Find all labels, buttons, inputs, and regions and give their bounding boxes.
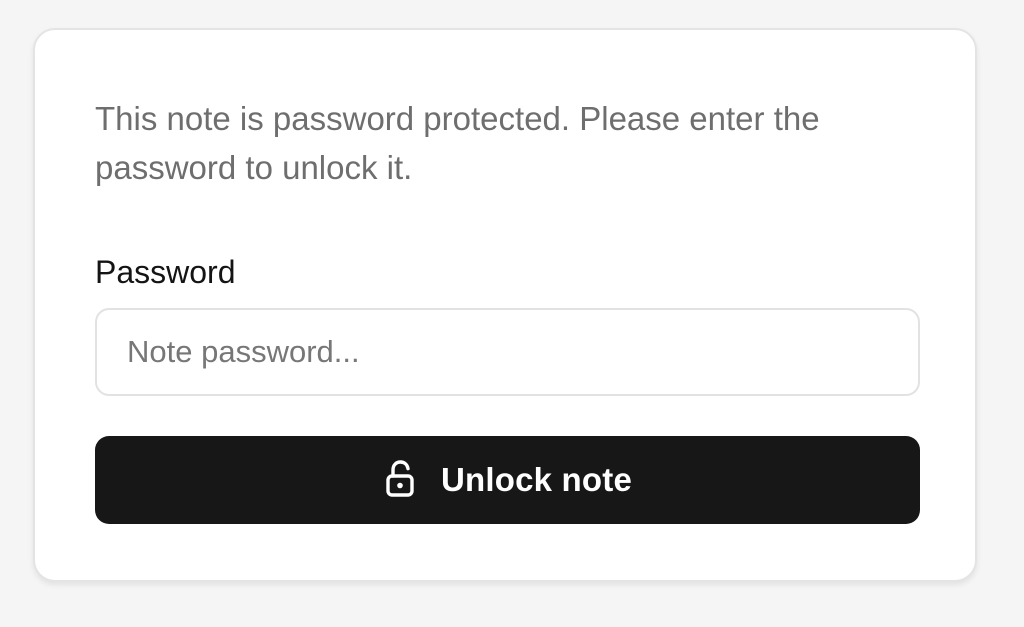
unlock-note-button[interactable]: Unlock note: [95, 436, 920, 524]
unlock-note-card: This note is password protected. Please …: [33, 28, 977, 582]
note-password-input[interactable]: [95, 308, 920, 396]
password-protected-message: This note is password protected. Please …: [95, 100, 820, 186]
password-label: Password: [95, 254, 236, 290]
unlock-note-button-label: Unlock note: [440, 461, 633, 498]
unlock-icon: [383, 460, 419, 498]
